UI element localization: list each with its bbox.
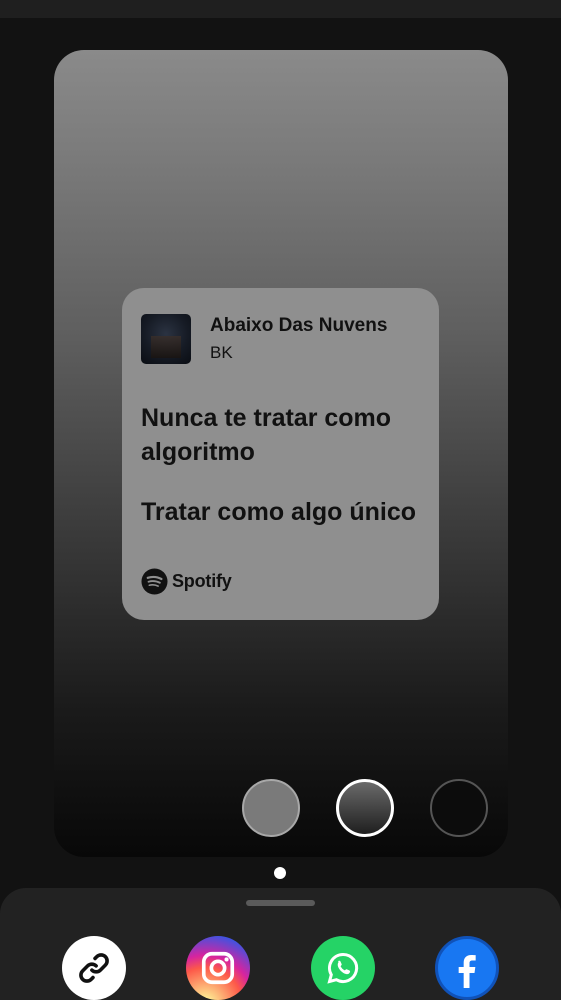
share-lyrics-screen: Abaixo Das Nuvens BK Nunca te tratar com…	[0, 0, 561, 1000]
facebook-icon	[458, 955, 476, 988]
copy-link-button[interactable]	[62, 936, 126, 1000]
facebook-share-button[interactable]	[435, 936, 499, 1000]
background-swatch-gray[interactable]	[242, 779, 300, 837]
whatsapp-icon	[327, 952, 359, 984]
background-swatch-gradient-selected[interactable]	[336, 779, 394, 837]
song-title: Abaixo Das Nuvens	[210, 315, 388, 336]
instagram-icon	[201, 951, 235, 985]
whatsapp-share-button[interactable]	[311, 936, 375, 1000]
page-indicator-dot	[274, 867, 286, 879]
spotify-logo-icon	[141, 567, 168, 595]
background-swatch-black[interactable]	[430, 779, 488, 837]
album-art	[141, 314, 191, 364]
song-artist: BK	[210, 343, 233, 362]
share-sheet	[0, 888, 561, 1000]
link-icon	[79, 953, 109, 983]
status-bar	[0, 0, 561, 18]
spotify-branding: Spotify	[141, 567, 232, 595]
story-preview: Abaixo Das Nuvens BK Nunca te tratar com…	[54, 50, 508, 857]
lyric-line: Nunca te tratar como algoritmo	[141, 404, 392, 466]
drag-handle[interactable]	[246, 900, 315, 906]
lyrics-card: Abaixo Das Nuvens BK Nunca te tratar com…	[122, 288, 439, 620]
instagram-share-button[interactable]	[186, 936, 250, 1000]
lyric-line: Tratar como algo único	[141, 498, 417, 526]
spotify-wordmark: Spotify	[172, 570, 232, 591]
